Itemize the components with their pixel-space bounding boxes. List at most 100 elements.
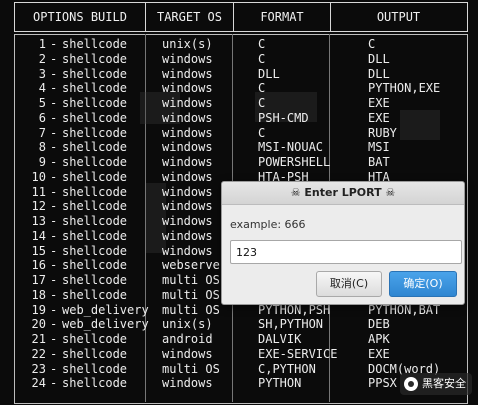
row-output: RUBY: [368, 125, 397, 140]
row-separator: -: [50, 155, 58, 169]
row-format: EXE-SERVICE: [258, 346, 338, 361]
table-row: 5- shellcode windows C EXE: [0, 96, 478, 111]
row-output: DLL: [368, 66, 390, 81]
row-separator: -: [50, 96, 58, 110]
row-separator: -: [50, 110, 58, 125]
row-output: EXE: [368, 110, 390, 125]
terminal-window: OPTIONS BUILD TARGET OS FORMAT OUTPUT 1-…: [0, 0, 478, 405]
row-number: 14: [31, 228, 46, 243]
row-format: C: [258, 51, 266, 66]
row-format: C: [258, 81, 266, 96]
row-number: 7: [38, 125, 46, 140]
row-name: shellcode: [62, 110, 128, 125]
row-target-os: windows: [162, 346, 213, 361]
row-number: 6: [38, 110, 46, 125]
row-target-os: unix(s): [162, 37, 213, 51]
row-separator: -: [50, 302, 58, 317]
lport-input[interactable]: [230, 240, 462, 264]
row-target-os: windows: [162, 214, 213, 228]
row-name: shellcode: [62, 346, 128, 361]
row-name: shellcode: [62, 37, 128, 51]
cancel-button[interactable]: 取消(C): [316, 271, 382, 297]
row-number: 23: [31, 361, 46, 376]
table-row: 9- shellcode windows POWERSHELL BAT: [0, 155, 478, 170]
row-name: shellcode: [62, 140, 128, 155]
table-row: 3- shellcode windows DLL DLL: [0, 67, 478, 82]
row-target-os: windows: [162, 184, 213, 199]
row-output: DLL: [368, 51, 390, 66]
row-number: 21: [31, 332, 46, 346]
row-number: 2: [38, 51, 46, 66]
row-name: shellcode: [62, 273, 128, 287]
watermark-text: 黑客安全: [422, 377, 466, 390]
row-name: shellcode: [62, 258, 128, 273]
row-separator: -: [50, 346, 58, 361]
row-output: C: [368, 37, 376, 51]
row-number: 24: [31, 376, 46, 391]
row-format: C: [258, 96, 266, 110]
row-format: DLL: [258, 66, 280, 81]
row-format: C,PYTHON: [258, 361, 316, 376]
row-separator: -: [50, 332, 58, 346]
table-row: 8- shellcode windows MSI-NOUAC MSI: [0, 140, 478, 155]
row-name: shellcode: [62, 169, 128, 184]
row-number: 5: [38, 96, 46, 110]
table-row: 4- shellcode windows C PYTHON,EXE: [0, 81, 478, 96]
row-target-os: windows: [162, 96, 213, 110]
row-name: shellcode: [62, 155, 128, 169]
row-name: shellcode: [62, 51, 128, 66]
dialog-title: ☠ Enter LPORT ☠: [222, 182, 464, 205]
row-separator: -: [50, 317, 58, 332]
row-target-os: windows: [162, 125, 213, 140]
row-target-os: multi OS: [162, 302, 220, 317]
table-row: 22- shellcode windows EXE-SERVICE EXE: [0, 347, 478, 362]
row-target-os: windows: [162, 66, 213, 81]
row-output: EXE: [368, 96, 390, 110]
row-number: 20: [31, 317, 46, 332]
row-target-os: windows: [162, 376, 213, 391]
watermark: 黑客安全: [400, 373, 472, 395]
row-target-os: multi OS: [162, 273, 220, 287]
row-number: 4: [38, 81, 46, 96]
row-name: shellcode: [62, 228, 128, 243]
row-name: web_delivery: [62, 317, 149, 332]
row-output: PYTHON,EXE: [368, 81, 441, 96]
row-number: 8: [38, 140, 46, 155]
table-row: 1- shellcode unix(s) C C: [0, 37, 478, 52]
row-format: SH,PYTHON: [258, 317, 324, 332]
row-output: BAT: [368, 155, 390, 169]
row-number: 10: [31, 169, 46, 184]
row-format: C: [258, 37, 266, 51]
row-separator: -: [50, 199, 58, 214]
row-target-os: windows: [162, 110, 213, 125]
row-number: 17: [31, 273, 46, 287]
row-name: shellcode: [62, 361, 128, 376]
row-target-os: unix(s): [162, 317, 213, 332]
row-number: 9: [38, 155, 46, 169]
row-target-os: windows: [162, 199, 213, 214]
row-target-os: multi OS: [162, 287, 220, 302]
row-number: 22: [31, 346, 46, 361]
row-number: 16: [31, 258, 46, 273]
header-options-build: OPTIONS BUILD: [15, 3, 146, 31]
row-number: 3: [38, 66, 46, 81]
row-separator: -: [50, 140, 58, 155]
row-name: shellcode: [62, 199, 128, 214]
enter-lport-dialog: ☠ Enter LPORT ☠ example: 666 取消(C) 确定(O): [221, 181, 465, 305]
dialog-hint-label: example: 666: [230, 218, 306, 231]
row-target-os: webserver: [162, 258, 228, 273]
row-separator: -: [50, 169, 58, 184]
row-target-os: windows: [162, 81, 213, 96]
row-name: shellcode: [62, 96, 128, 110]
header-output: OUTPUT: [376, 10, 421, 24]
row-separator: -: [50, 258, 58, 273]
row-separator: -: [50, 214, 58, 228]
row-name: shellcode: [62, 332, 128, 346]
row-output: MSI: [368, 140, 390, 155]
table-header: OPTIONS BUILD TARGET OS FORMAT OUTPUT: [14, 2, 468, 32]
row-separator: -: [50, 376, 58, 391]
row-target-os: windows: [162, 140, 213, 155]
ok-button[interactable]: 确定(O): [389, 271, 457, 297]
row-separator: -: [50, 184, 58, 199]
row-name: shellcode: [62, 243, 128, 258]
